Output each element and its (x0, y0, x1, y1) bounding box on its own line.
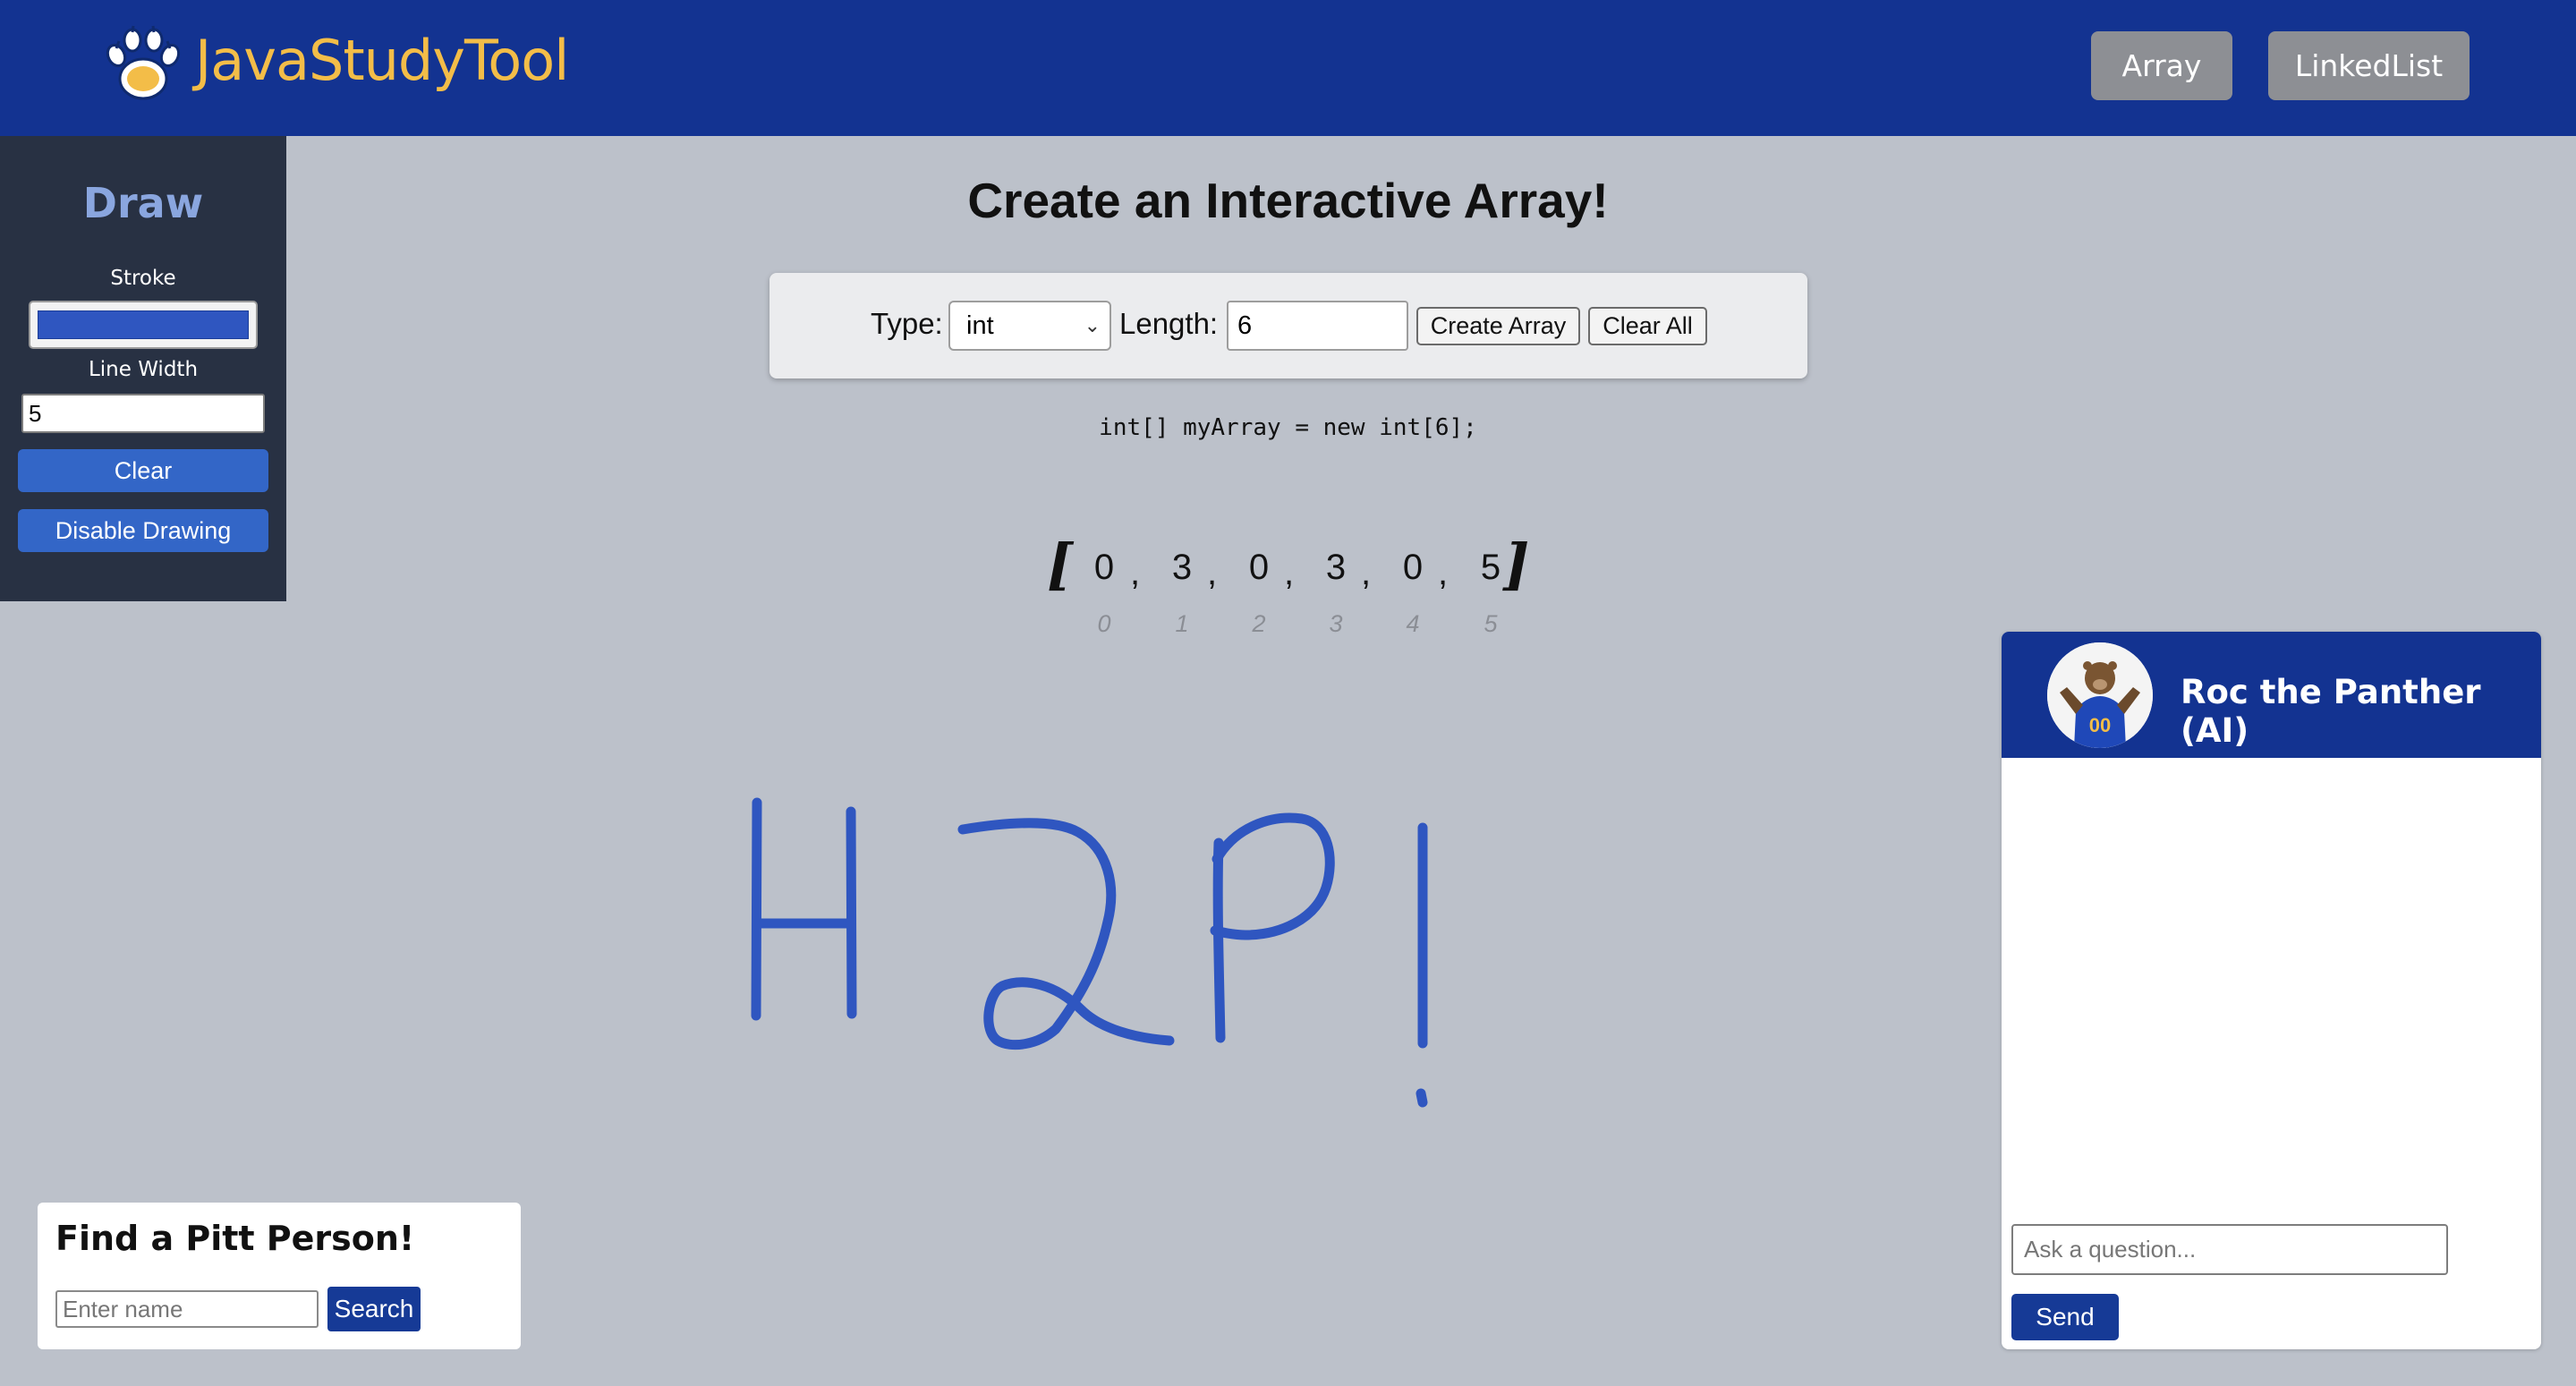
svg-text:00: 00 (2089, 714, 2111, 736)
array-open-bracket: [ (1047, 531, 1074, 597)
array-comma: , (1438, 553, 1449, 592)
array-cell[interactable]: 5 (1468, 548, 1513, 588)
line-width-label: Line Width (88, 358, 199, 381)
panther-mascot-avatar: 00 (2047, 642, 2153, 748)
drawing-stroke (751, 797, 762, 1021)
array-index: 4 (1406, 610, 1420, 637)
stroke-color-swatch (38, 310, 249, 339)
length-input[interactable] (1227, 301, 1408, 351)
drawing-stroke (846, 806, 857, 1019)
drawing-stroke (1212, 838, 1226, 1043)
array-cell[interactable]: 3 (1314, 548, 1358, 588)
array-cell[interactable]: 3 (1160, 548, 1204, 588)
array-comma: , (1207, 553, 1218, 592)
send-button[interactable]: Send (2011, 1294, 2119, 1340)
find-person-input[interactable] (55, 1290, 319, 1328)
array-visualization: [ ] 0 3 0 3 0 5 , , , , , 0 1 2 3 4 5 (1038, 528, 1539, 653)
type-label: Type: (871, 307, 943, 340)
top-navbar: JavaStudyTool Array LinkedList (0, 0, 2576, 136)
chevron-down-icon: ⌄ (1084, 314, 1101, 336)
type-select-value: int (966, 311, 994, 340)
find-person-card: Find a Pitt Person! Search (38, 1203, 521, 1349)
search-button[interactable]: Search (327, 1287, 421, 1331)
nav-array-button[interactable]: Array (2091, 31, 2232, 100)
array-comma: , (1130, 553, 1141, 592)
drawing-stroke (957, 818, 1175, 1050)
disable-drawing-button[interactable]: Disable Drawing (18, 509, 268, 552)
chat-question-input[interactable] (2011, 1224, 2448, 1275)
clear-drawing-button[interactable]: Clear (18, 449, 268, 492)
array-index: 1 (1175, 610, 1189, 637)
array-index: 5 (1484, 610, 1498, 637)
brand-title[interactable]: JavaStudyTool (195, 25, 569, 97)
stroke-color-picker[interactable] (29, 301, 258, 349)
paw-icon[interactable] (104, 25, 183, 106)
nav-linkedlist-button[interactable]: LinkedList (2268, 31, 2470, 100)
create-array-button[interactable]: Create Array (1416, 307, 1580, 345)
length-label: Length: (1119, 307, 1219, 340)
drawing-stroke (1210, 812, 1335, 940)
find-person-title: Find a Pitt Person! (55, 1219, 415, 1258)
chat-widget: 00 Roc the Panther (AI) Send (2002, 632, 2541, 1349)
page-title: Create an Interactive Array! (967, 173, 1609, 228)
stroke-label: Stroke (110, 267, 176, 290)
array-controls: Type: int ⌄ Length: Create Array Clear A… (769, 273, 1807, 378)
array-comma: , (1284, 553, 1295, 592)
array-cell[interactable]: 0 (1237, 548, 1281, 588)
clear-all-button[interactable]: Clear All (1588, 307, 1707, 345)
array-index: 3 (1329, 610, 1343, 637)
type-select[interactable]: int ⌄ (948, 301, 1111, 351)
chat-title: Roc the Panther (AI) (2181, 673, 2481, 750)
array-cell[interactable]: 0 (1390, 548, 1435, 588)
array-comma: , (1361, 553, 1372, 592)
array-index: 2 (1252, 610, 1266, 637)
drawing-stroke (1416, 1088, 1428, 1108)
array-index: 0 (1097, 610, 1111, 637)
array-declaration-code: int[] myArray = new int[6]; (1099, 414, 1477, 441)
chat-header: 00 Roc the Panther (AI) (2002, 632, 2541, 758)
array-cell[interactable]: 0 (1082, 548, 1126, 588)
